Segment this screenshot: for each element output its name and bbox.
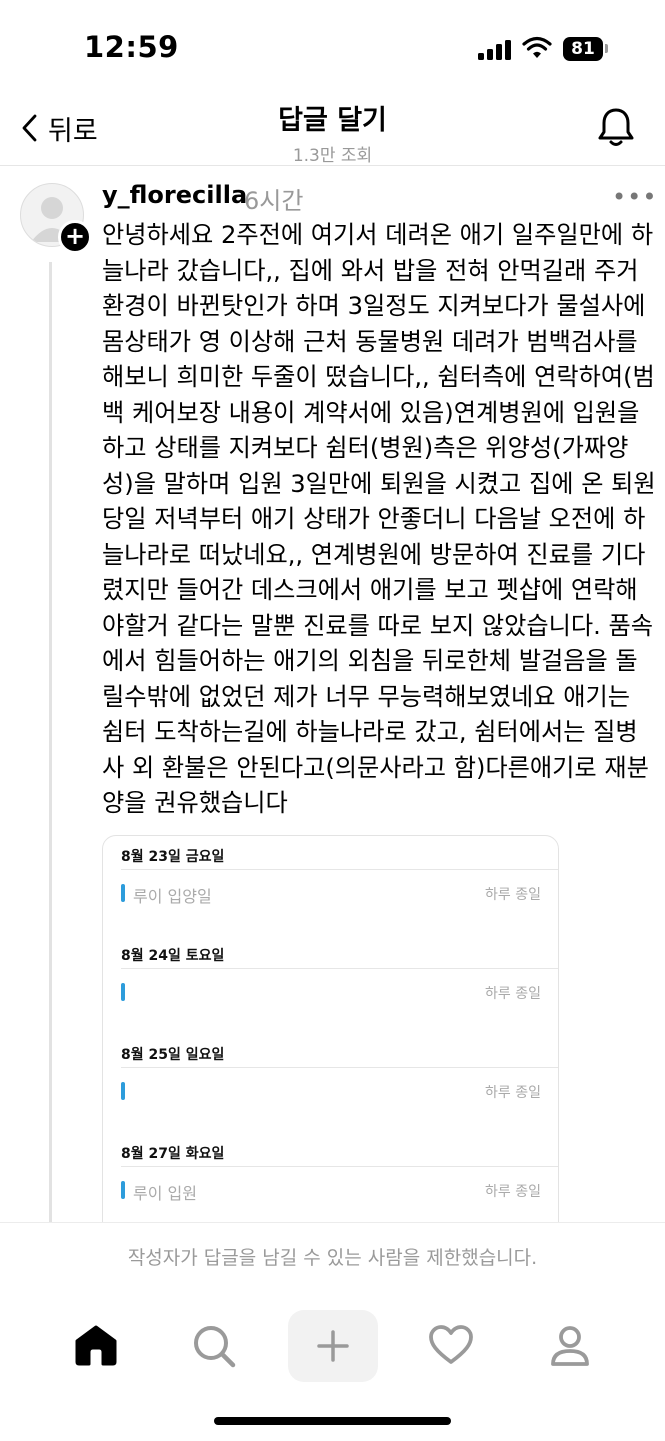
profile-icon	[551, 1326, 589, 1366]
calendar-divider	[121, 968, 558, 969]
calendar-event: 루이 입원 하루 종일	[121, 1179, 541, 1203]
title-block: 답글 달기 1.3만 조회	[0, 98, 665, 166]
post-line: 당일 저녁부터 애기 상태가 안좋더니 다음날 오전에 하	[102, 505, 646, 533]
post-body: 안녕하세요 2주전에 여기서 데려온 애기 일주일만에 하 늘나라 갔습니다,,…	[102, 218, 656, 822]
post-line: 하고 상태를 지켜보다 쉼터(병원)측은 위양성(가짜양	[102, 434, 629, 462]
event-time: 하루 종일	[485, 1085, 541, 1101]
home-indicator	[214, 1417, 451, 1425]
event-time: 하루 종일	[485, 887, 541, 903]
event-color-bar	[121, 1082, 125, 1100]
status-time: 12:59	[84, 30, 179, 64]
bell-icon	[598, 108, 634, 146]
tab-create[interactable]	[288, 1310, 378, 1382]
battery-tip	[605, 44, 608, 53]
post-line: 환경이 바뀐탓인가 하며 3일정도 지켜보다가 물설사에	[102, 292, 646, 320]
post-line: 사 외 환불은 안된다고(의문사라고 함)다른애기로 재분	[102, 753, 649, 782]
post-line: 늘나라로 떠났네요,, 연계병원에 방문하여 진료를 기다	[102, 540, 646, 569]
event-title: 루이 입양일	[133, 887, 212, 906]
post-line: 성)을 말하며 입원 3일만에 퇴원을 시켰고 집에 온 퇴원	[102, 469, 656, 498]
event-color-bar	[121, 884, 125, 902]
home-icon	[75, 1325, 117, 1366]
calendar-event: 루이 입양일 하루 종일	[121, 882, 541, 906]
follow-plus-icon[interactable]: +	[58, 220, 92, 254]
event-time: 하루 종일	[485, 986, 541, 1002]
event-color-bar	[121, 1181, 125, 1199]
view-count: 1.3만 조회	[292, 146, 373, 166]
more-options-icon[interactable]: •••	[612, 183, 657, 211]
event-time: 하루 종일	[485, 1184, 541, 1200]
post-line: 늘나라 갔습니다,, 집에 와서 밥을 전혀 안먹길래 주거	[102, 256, 639, 285]
wifi-icon	[522, 36, 552, 58]
thread-line	[49, 262, 52, 1222]
calendar-day: 8월 25일 일요일 하루 종일	[103, 1034, 558, 1133]
calendar-date: 8월 23일 금요일	[121, 849, 225, 865]
calendar-date: 8월 24일 토요일	[121, 948, 225, 964]
tab-profile[interactable]	[548, 1324, 592, 1372]
post-username[interactable]: y_florecilla	[102, 181, 247, 209]
tab-home[interactable]	[73, 1324, 119, 1370]
post-line: 양을 권유했습니다	[102, 789, 288, 817]
event-title: 루이 입원	[133, 1184, 197, 1203]
notification-button[interactable]	[596, 106, 636, 152]
calendar-day: 8월 23일 금요일 루이 입양일 하루 종일	[103, 836, 558, 935]
tab-activity[interactable]	[428, 1324, 474, 1370]
calendar-event: 하루 종일	[121, 1080, 541, 1102]
post-line: 렸지만 들어간 데스크에서 애기를 보고 펫샵에 연락해	[102, 576, 638, 604]
calendar-event: 하루 종일	[121, 981, 541, 1003]
post-time: 6시간	[244, 187, 304, 215]
top-nav: 뒤로 답글 달기 1.3만 조회	[0, 90, 665, 166]
calendar-divider	[121, 1166, 558, 1167]
event-color-bar	[121, 983, 125, 1001]
status-bar: 12:59 81	[0, 0, 665, 90]
signal-icon	[478, 40, 511, 60]
calendar-divider	[121, 1067, 558, 1068]
post-line: 쉼터 도착하는길에 하늘나라로 갔고, 쉼터에서는 질병	[102, 718, 638, 746]
page-title: 답글 달기	[278, 105, 387, 136]
post-line: 릴수밖에 없었던 제가 너무 무능력해보였네요 애기는	[102, 682, 630, 711]
post-line: 몸상태가 영 이상해 근처 동물병원 데려가 범백검사를	[102, 327, 638, 356]
calendar-date: 8월 27일 화요일	[121, 1146, 225, 1162]
reply-restriction-notice: 작성자가 답글을 남길 수 있는 사람을 제한했습니다.	[127, 1247, 538, 1269]
post-line: 야할거 같다는 말뿐 진료를 따로 보지 않았습니다. 품속	[102, 611, 654, 640]
heart-icon	[429, 1325, 473, 1364]
attached-image-calendar[interactable]: 8월 23일 금요일 루이 입양일 하루 종일 8월 24일 토요일 하루 종일…	[102, 835, 559, 1257]
calendar-day: 8월 27일 화요일 루이 입원 하루 종일	[103, 1133, 558, 1232]
tab-search[interactable]	[191, 1324, 237, 1372]
plus-icon	[317, 1330, 349, 1362]
post-line: 에서 힘들어하는 애기의 외침을 뒤로한체 발걸음을 돌	[102, 647, 638, 675]
post-line: 안녕하세요 2주전에 여기서 데려온 애기 일주일만에 하	[102, 221, 654, 249]
battery-indicator: 81	[563, 37, 603, 61]
calendar-date: 8월 25일 일요일	[121, 1047, 225, 1063]
calendar-divider	[121, 869, 558, 870]
post-line: 해보니 희미한 두줄이 떴습니다,, 쉼터측에 연락하여(범	[102, 363, 655, 391]
post-line: 백 케어보장 내용이 계약서에 있음)연계병원에 입원을	[102, 398, 640, 427]
calendar-day: 8월 24일 토요일 하루 종일	[103, 935, 558, 1034]
search-icon	[194, 1326, 236, 1368]
